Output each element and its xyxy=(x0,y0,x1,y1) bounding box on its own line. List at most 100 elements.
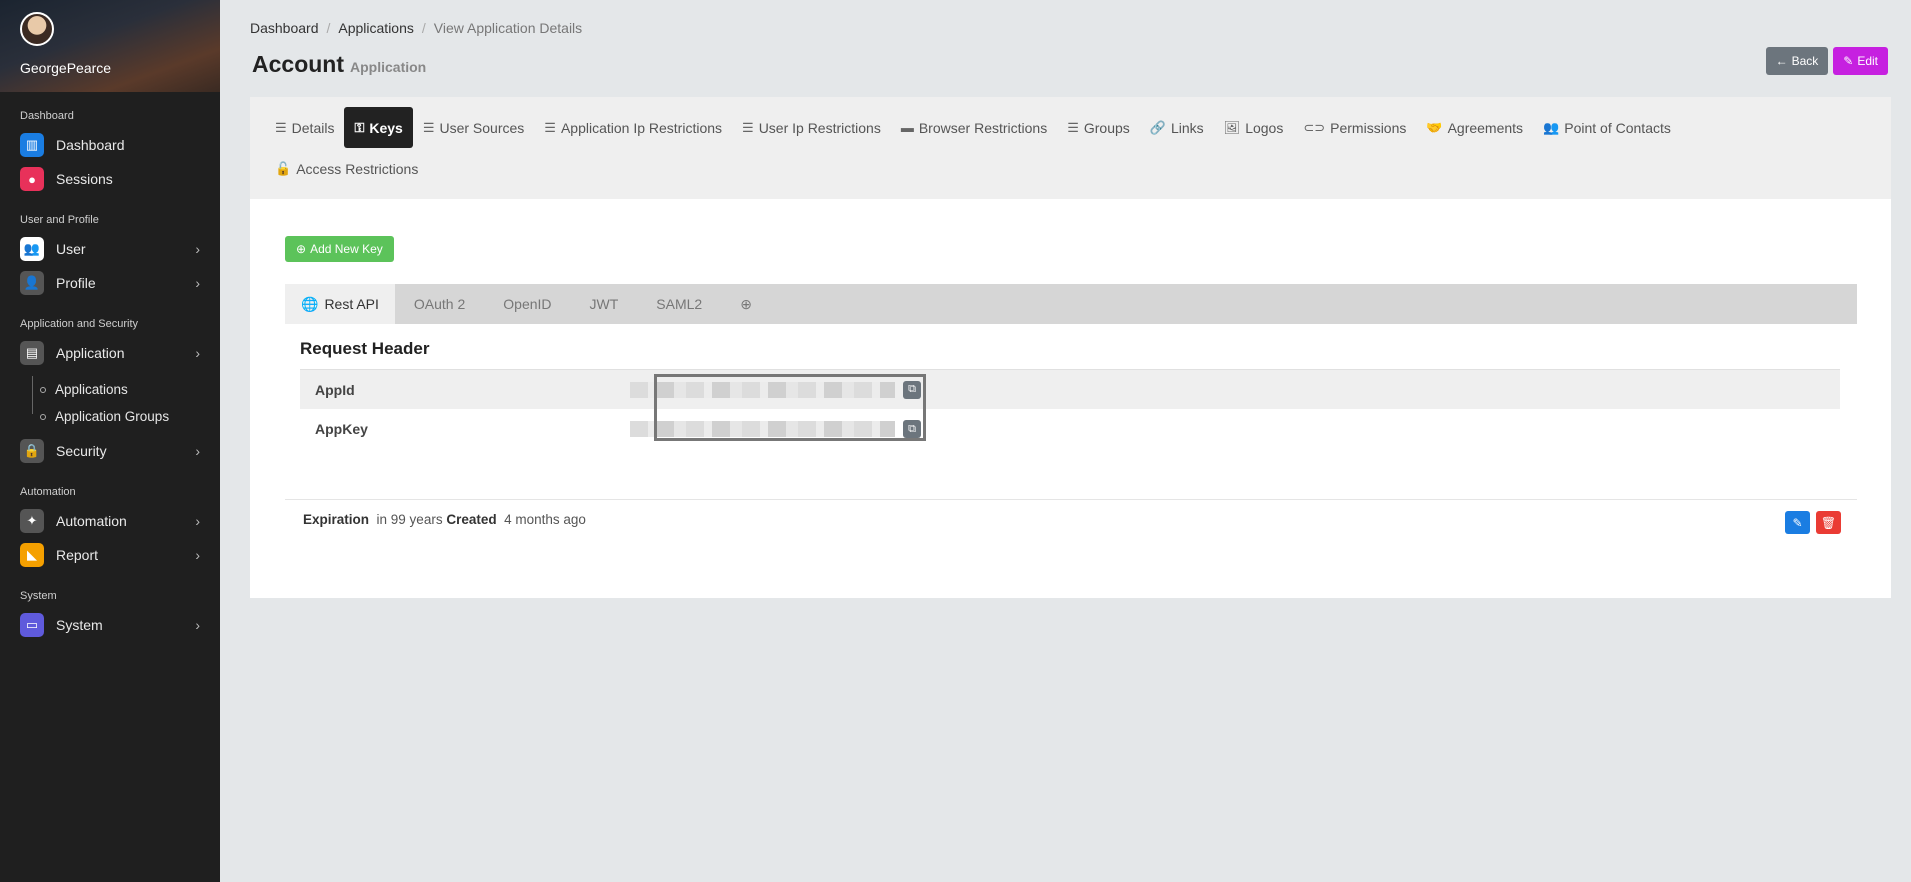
tab-keys[interactable]: ⚿ Keys xyxy=(344,107,413,148)
section-title-app-security: Application and Security xyxy=(20,318,139,330)
sidebar-item-dashboard[interactable]: ▥ Dashboard xyxy=(0,128,220,162)
section-title-system: System xyxy=(20,590,57,602)
page-actions: ← Back ✎ Edit xyxy=(1765,47,1888,75)
username[interactable]: GeorgePearce xyxy=(20,60,111,76)
tab-openid[interactable]: OpenID xyxy=(484,284,570,324)
tab-saml2[interactable]: SAML2 xyxy=(637,284,721,324)
tab-user-sources[interactable]: ☰ User Sources xyxy=(413,107,534,148)
sidebar-item-sessions[interactable]: ● Sessions xyxy=(0,162,220,196)
tab-oauth2[interactable]: OAuth 2 xyxy=(395,284,484,324)
page-subtitle: Application xyxy=(350,59,427,75)
copy-appid-button[interactable]: ⧉ xyxy=(903,380,921,399)
breadcrumb-dashboard[interactable]: Dashboard xyxy=(250,20,319,36)
application-icon: ▤ xyxy=(20,341,44,365)
keys-panel: ⊕ Add New Key 🌐 Rest API OAuth 2 OpenID J… xyxy=(250,199,1891,598)
copy-appkey-button[interactable]: ⧉ xyxy=(903,420,921,438)
chevron-right-icon: › xyxy=(195,547,200,563)
key-meta: Expiration in 99 years Created 4 months … xyxy=(303,512,586,527)
divider xyxy=(285,499,1857,500)
created-value: 4 months ago xyxy=(504,512,586,527)
sidebar-subitem-application-groups[interactable]: Application Groups xyxy=(40,403,220,430)
unlock-icon: 🔓 xyxy=(275,160,292,176)
sidebar-item-system[interactable]: ▭ System › xyxy=(0,608,220,642)
chevron-right-icon: › xyxy=(195,443,200,459)
sidebar-subitem-label: Application Groups xyxy=(55,409,170,424)
tab-browser-restrictions[interactable]: ▬ Browser Restrictions xyxy=(891,107,1057,148)
expiration-label: Expiration xyxy=(303,512,370,527)
tab-agreements[interactable]: 🤝 Agreements xyxy=(1416,107,1533,148)
key-type-tabs: 🌐 Rest API OAuth 2 OpenID JWT SAML2 ⊕ xyxy=(285,284,1857,324)
created-label: Created xyxy=(446,512,497,527)
copy-icon: ⧉ xyxy=(908,422,916,435)
list-icon: ☰ xyxy=(422,119,435,135)
edit-button[interactable]: ✎ Edit xyxy=(1833,47,1888,75)
sidebar-item-label: Automation xyxy=(56,513,127,529)
sidebar-item-label: Profile xyxy=(56,275,96,291)
magic-wand-icon: ✦ xyxy=(20,509,44,533)
application-submenu: Applications Application Groups xyxy=(0,376,220,430)
sidebar-item-label: User xyxy=(56,241,86,257)
edit-key-button[interactable]: ✎ xyxy=(1785,511,1810,534)
chevron-right-icon: › xyxy=(195,617,200,633)
breadcrumb: Dashboard / Applications / View Applicat… xyxy=(250,20,583,36)
tab-point-of-contacts[interactable]: 👥 Point of Contacts xyxy=(1533,107,1681,148)
trash-icon: 🗑 xyxy=(1820,515,1837,530)
back-button[interactable]: ← Back xyxy=(1765,47,1829,75)
key-icon: ⚿ xyxy=(354,119,365,135)
tab-access-restrictions[interactable]: 🔓 Access Restrictions xyxy=(265,148,428,189)
link-icon: 🔗 xyxy=(1149,119,1166,135)
sidebar-item-label: Sessions xyxy=(56,171,113,187)
sidebar-subitem-applications[interactable]: Applications xyxy=(40,376,220,403)
images-icon: 🖼 xyxy=(1223,119,1241,135)
avatar[interactable] xyxy=(20,12,54,46)
tab-jwt[interactable]: JWT xyxy=(571,284,638,324)
add-tab-button[interactable]: ⊕ xyxy=(721,284,771,324)
sidebar-item-security[interactable]: 🔒 Security › xyxy=(0,434,220,468)
request-header-title: Request Header xyxy=(300,339,430,358)
section-title-automation: Automation xyxy=(20,486,76,498)
breadcrumb-applications[interactable]: Applications xyxy=(338,20,414,36)
person-icon: 👤 xyxy=(20,271,44,295)
appid-row: AppId ⧉ xyxy=(300,369,1840,409)
globe-icon: 🌐 xyxy=(301,295,319,312)
record-icon: ● xyxy=(20,167,44,191)
monitor-icon: ▭ xyxy=(20,613,44,637)
sidebar-item-label: System xyxy=(56,617,103,633)
sidebar-item-label: Dashboard xyxy=(56,137,125,153)
section-title-dashboard: Dashboard xyxy=(20,110,74,122)
list-icon: ☰ xyxy=(1067,119,1079,135)
page-title: Account Application xyxy=(252,51,427,77)
tab-details[interactable]: ☰ Details xyxy=(265,107,344,148)
tab-permissions[interactable]: ⊂⊃ Permissions xyxy=(1293,107,1416,148)
sidebar-item-application[interactable]: ▤ Application › xyxy=(0,336,220,370)
circle-bullet-icon xyxy=(40,413,46,420)
edit-icon: ✎ xyxy=(1843,54,1854,68)
edit-icon: ✎ xyxy=(1792,515,1803,530)
sidebar-item-report[interactable]: ◣ Report › xyxy=(0,538,220,572)
expiration-value: in 99 years xyxy=(376,512,443,527)
dashboard-chart-icon: ▥ xyxy=(20,133,44,157)
sidebar-item-user[interactable]: 👥 User › xyxy=(0,232,220,266)
add-new-key-button[interactable]: ⊕ Add New Key xyxy=(285,236,394,262)
tab-bar: ☰ Details ⚿ Keys ☰ User Sources ☰ Applicatio… xyxy=(250,97,1891,199)
appkey-row: AppKey ⧉ xyxy=(300,409,1840,449)
tab-rest-api[interactable]: 🌐 Rest API xyxy=(285,284,395,324)
tab-groups[interactable]: ☰ Groups xyxy=(1057,107,1140,148)
users-icon: 👥 xyxy=(1543,119,1560,135)
sidebar-item-profile[interactable]: 👤 Profile › xyxy=(0,266,220,300)
copy-icon: ⧉ xyxy=(908,383,916,395)
tab-links[interactable]: 🔗 Links xyxy=(1140,107,1214,148)
sidebar-item-automation[interactable]: ✦ Automation › xyxy=(0,504,220,538)
tab-user-ip-restrictions[interactable]: ☰ User Ip Restrictions xyxy=(732,107,891,148)
profile-header: GeorgePearce xyxy=(0,0,220,92)
chevron-right-icon: › xyxy=(195,275,200,291)
circle-bullet-icon xyxy=(40,386,46,393)
appkey-value-masked xyxy=(630,421,895,437)
tab-logos[interactable]: 🖼 Logos xyxy=(1214,107,1294,148)
tab-application-ip-restrictions[interactable]: ☰ Application Ip Restrictions xyxy=(534,107,732,148)
toggle-icon: ⊂⊃ xyxy=(1303,119,1326,135)
delete-key-button[interactable]: 🗑 xyxy=(1816,511,1841,534)
chevron-right-icon: › xyxy=(195,241,200,257)
appid-value-masked xyxy=(630,381,895,398)
chevron-right-icon: › xyxy=(195,345,200,361)
